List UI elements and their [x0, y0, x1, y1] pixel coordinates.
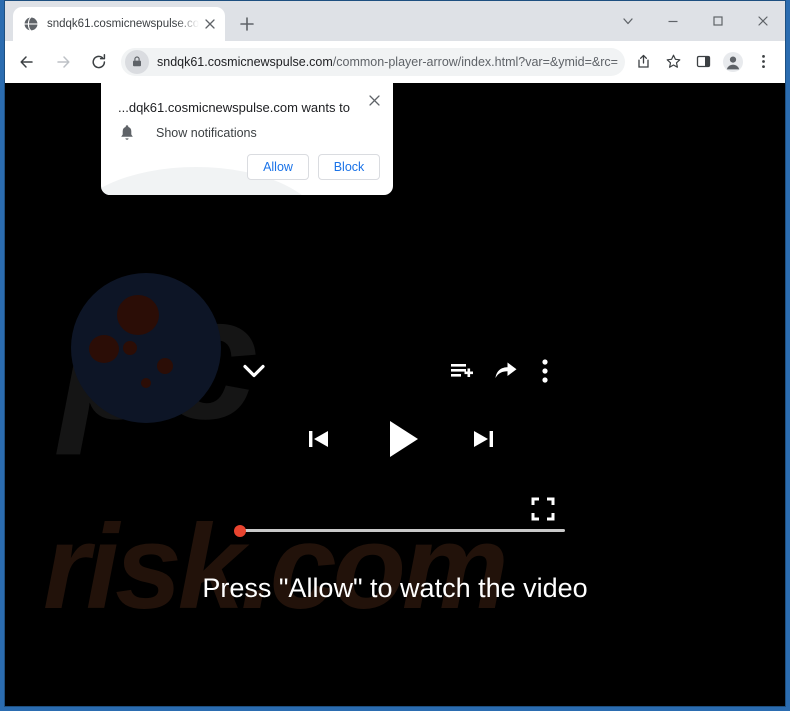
maximize-button[interactable]: [695, 1, 740, 41]
forward-button[interactable]: [49, 48, 77, 76]
more-options-icon[interactable]: [532, 355, 558, 387]
progress-handle[interactable]: [234, 524, 246, 537]
notification-permission-dialog: ...dqk61.cosmicnewspulse.com wants to Sh…: [101, 83, 393, 195]
permission-row: Show notifications: [119, 124, 257, 142]
allow-button[interactable]: Allow: [247, 154, 309, 180]
fullscreen-icon[interactable]: [527, 493, 559, 525]
tab-search-button[interactable]: [605, 1, 650, 41]
side-panel-icon[interactable]: [689, 48, 717, 76]
tab-title: sndqk61.cosmicnewspulse.com/: [47, 18, 199, 30]
close-icon[interactable]: [363, 89, 385, 111]
back-button[interactable]: [13, 48, 41, 76]
url-host: sndqk61.cosmicnewspulse.com: [157, 54, 333, 69]
close-button[interactable]: [740, 1, 785, 41]
close-icon[interactable]: [201, 15, 219, 33]
avatar-icon[interactable]: [719, 48, 747, 76]
browser-tab[interactable]: sndqk61.cosmicnewspulse.com/: [13, 7, 225, 41]
browser-window: sndqk61.cosmicnewspulse.com/ sndqk61.cos…: [4, 0, 786, 707]
play-button[interactable]: [380, 415, 428, 463]
tab-strip: sndqk61.cosmicnewspulse.com/: [5, 1, 785, 41]
dialog-actions: Allow Block: [247, 154, 380, 180]
lock-icon[interactable]: [125, 49, 149, 74]
address-bar[interactable]: sndqk61.cosmicnewspulse.com/common-playe…: [121, 47, 625, 76]
block-button[interactable]: Block: [318, 154, 380, 180]
window-controls: [605, 1, 785, 41]
url-text: sndqk61.cosmicnewspulse.com/common-playe…: [157, 55, 619, 69]
globe-icon: [23, 16, 39, 32]
previous-button[interactable]: [301, 421, 337, 457]
new-tab-button[interactable]: [233, 10, 261, 38]
star-icon[interactable]: [659, 48, 687, 76]
add-to-queue-icon[interactable]: [446, 355, 478, 387]
share-arrow-icon[interactable]: [490, 355, 522, 387]
reload-button[interactable]: [85, 48, 113, 76]
bell-icon: [119, 124, 135, 142]
chrome-menu-icon[interactable]: [749, 48, 777, 76]
next-button[interactable]: [465, 421, 501, 457]
allow-message: Press "Allow" to watch the video: [202, 573, 588, 603]
collapse-button[interactable]: [237, 355, 271, 387]
permission-label: Show notifications: [156, 126, 257, 140]
dialog-title: ...dqk61.cosmicnewspulse.com wants to: [118, 100, 350, 115]
browser-toolbar: sndqk61.cosmicnewspulse.com/common-playe…: [5, 41, 785, 83]
page-content: pc risk.com: [5, 83, 785, 706]
minimize-button[interactable]: [650, 1, 695, 41]
share-icon[interactable]: [629, 48, 657, 76]
url-path: /common-player-arrow/index.html?var=&ymi…: [332, 54, 619, 69]
progress-bar[interactable]: [234, 524, 565, 537]
